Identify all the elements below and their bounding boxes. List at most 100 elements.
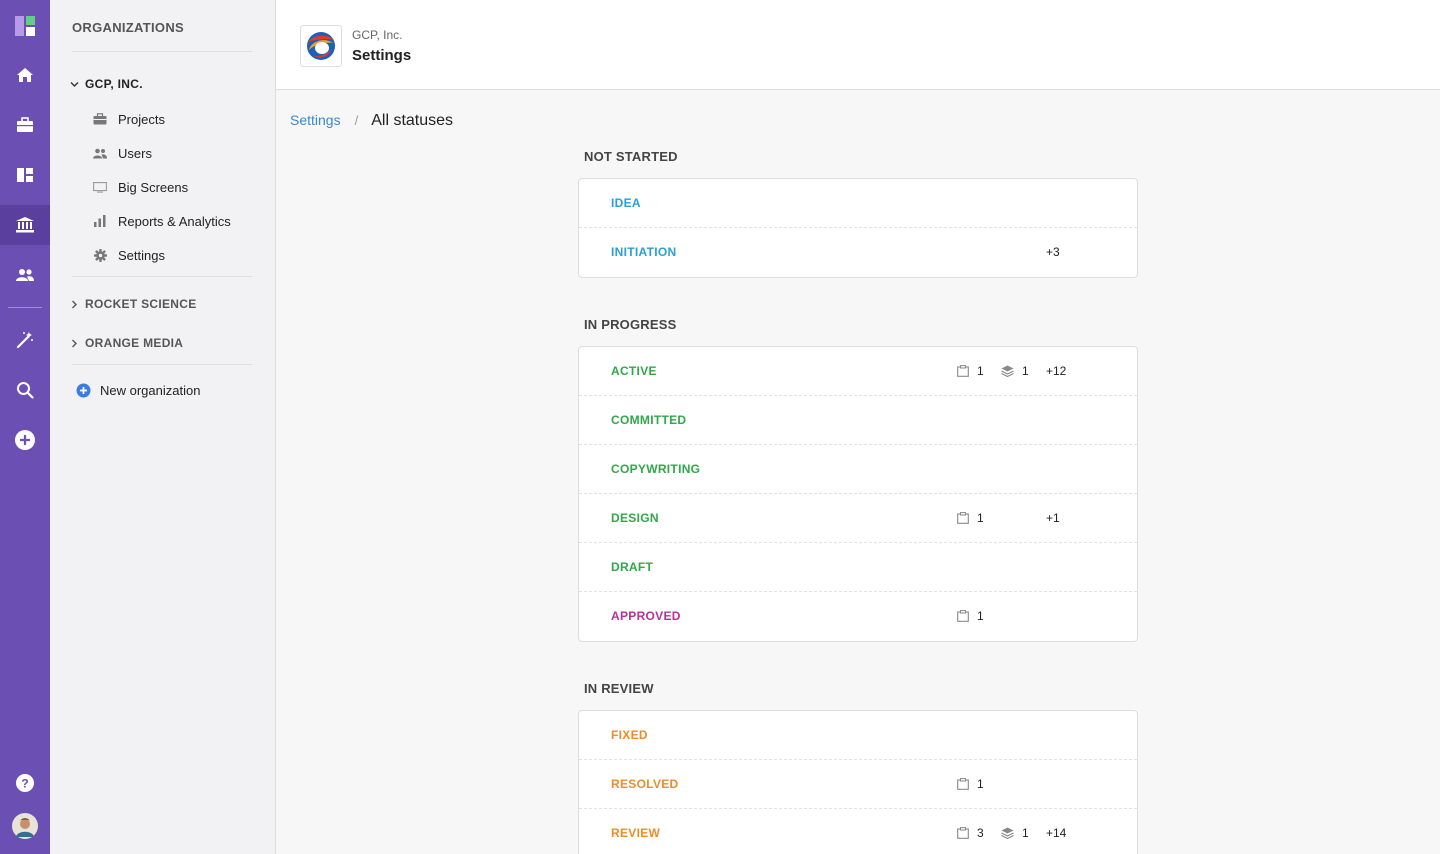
status-row-idea[interactable]: IDEA [579,179,1137,228]
clipboard-icon [957,512,969,524]
sidebar-item-reports[interactable]: Reports & Analytics [92,213,231,229]
status-row-copywriting[interactable]: COPYWRITING [579,445,1137,494]
bank-icon[interactable] [0,205,50,245]
divider [72,51,252,52]
project-count-value: 1 [977,609,984,623]
briefcase-icon [92,111,108,127]
breadcrumb-current: All statuses [371,112,454,129]
avatar[interactable] [0,806,50,846]
gear-icon [92,247,108,263]
header-org-name: GCP, Inc. [352,28,403,42]
users-icon[interactable] [0,255,50,295]
status-row-fixed[interactable]: FIXED [579,711,1137,760]
plus-circle-icon [76,383,91,398]
status-label: DRAFT [611,560,654,574]
clipboard-icon [957,610,969,622]
help-icon[interactable]: ? [0,763,50,803]
app-logo-icon[interactable] [0,6,50,46]
sidebar-item-users[interactable]: Users [92,145,152,161]
group-title-in-review: IN REVIEW [584,681,654,696]
home-icon[interactable] [0,55,50,95]
sidebar-item-big-screens[interactable]: Big Screens [92,179,188,195]
svg-text:?: ? [21,777,28,791]
clipboard-icon [957,778,969,790]
status-label: APPROVED [611,609,681,623]
status-label: COPYWRITING [611,462,701,476]
org-gcp-label: GCP, INC. [85,77,143,91]
extra-count: +3 [1046,245,1060,259]
layer-count-value: 1 [1022,364,1029,378]
sidebar-item-label: Settings [118,247,165,263]
layers-icon [1001,365,1014,377]
status-row-active[interactable]: ACTIVE 1 1 +12 [579,347,1137,396]
project-count: 1 [957,777,984,791]
status-row-draft[interactable]: DRAFT [579,543,1137,592]
breadcrumb: Settings / All statuses [290,112,453,130]
org-logo [300,25,342,67]
status-card-not-started: IDEA INITIATION +3 [578,178,1138,278]
new-organization-button[interactable]: New organization [76,383,200,398]
status-row-committed[interactable]: COMMITTED [579,396,1137,445]
status-label: FIXED [611,728,648,742]
status-label: IDEA [611,196,641,210]
clipboard-icon [957,827,969,839]
project-count-value: 1 [977,364,984,378]
status-row-approved[interactable]: APPROVED 1 [579,592,1137,641]
new-organization-label: New organization [100,383,201,398]
org-rocket-science[interactable]: ROCKET SCIENCE [70,297,197,311]
monitor-icon [92,179,108,195]
status-label: RESOLVED [611,777,679,791]
status-label: REVIEW [611,826,661,840]
layer-count-value: 1 [1022,826,1029,840]
search-icon[interactable] [0,370,50,410]
sidebar-item-label: Users [118,145,152,161]
plus-circle-icon[interactable] [0,420,50,460]
status-label: DESIGN [611,511,659,525]
sidebar-item-label: Big Screens [118,179,189,195]
users-icon [92,145,108,161]
chevron-down-icon [70,81,79,87]
project-count: 1 [957,364,984,378]
group-title-not-started: NOT STARTED [584,149,678,164]
organizations-sidebar: ORGANIZATIONS GCP, INC. Projects Users B… [50,0,276,854]
page-title: Settings [352,47,412,64]
group-title-in-progress: IN PROGRESS [584,317,677,332]
status-label: INITIATION [611,245,677,259]
rail-divider [8,307,42,308]
extra-count: +12 [1046,364,1067,378]
sidebar-item-label: Projects [118,111,165,127]
divider [72,276,252,277]
status-card-in-review: FIXED RESOLVED 1 REVIEW 3 1 +14 [578,710,1138,854]
layer-count: 1 [1001,826,1029,840]
page-header: GCP, Inc. Settings [276,0,1440,90]
briefcase-icon[interactable] [0,105,50,145]
project-count-value: 1 [977,777,984,791]
project-count: 3 [957,826,984,840]
bar-chart-icon [92,213,108,229]
sidebar-item-settings[interactable]: Settings [92,247,165,263]
extra-count: +14 [1046,826,1067,840]
status-label: COMMITTED [611,413,687,427]
status-row-design[interactable]: DESIGN 1 +1 [579,494,1137,543]
project-count: 1 [957,511,984,525]
chevron-right-icon [72,300,77,308]
sidebar-item-label: Reports & Analytics [118,213,231,229]
layer-count: 1 [1001,364,1029,378]
breadcrumb-separator: / [354,113,359,128]
org-gcp[interactable]: GCP, INC. [70,77,143,91]
chevron-right-icon [72,339,77,347]
status-card-in-progress: ACTIVE 1 1 +12 COMMITTED COPYWRITING DES… [578,346,1138,642]
status-row-review[interactable]: REVIEW 3 1 +14 [579,809,1137,854]
magic-wand-icon[interactable] [0,320,50,360]
divider [72,364,252,365]
status-row-initiation[interactable]: INITIATION +3 [579,228,1137,277]
org-orange-media-label: ORANGE MEDIA [85,336,184,350]
breadcrumb-settings-link[interactable]: Settings [290,112,341,128]
status-row-resolved[interactable]: RESOLVED 1 [579,760,1137,809]
layers-icon [1001,827,1014,839]
dashboard-icon[interactable] [0,155,50,195]
project-count-value: 3 [977,826,984,840]
org-orange-media[interactable]: ORANGE MEDIA [70,336,183,350]
sidebar-item-projects[interactable]: Projects [92,111,165,127]
org-rocket-science-label: ROCKET SCIENCE [85,297,197,311]
